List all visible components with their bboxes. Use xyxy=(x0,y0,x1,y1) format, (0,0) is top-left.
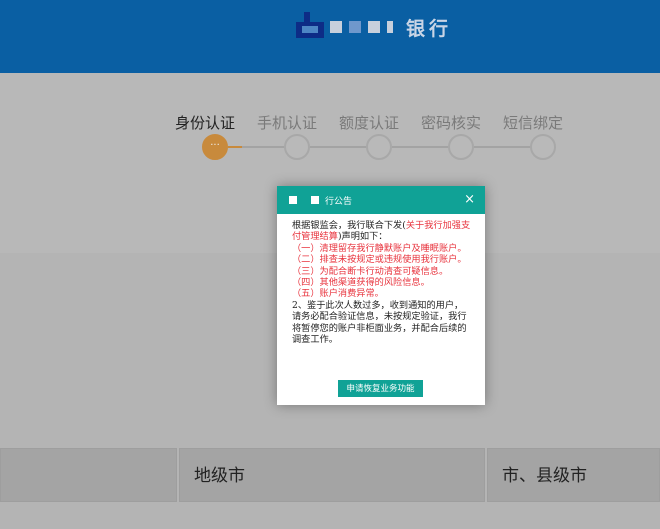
blurred-logo-text xyxy=(330,21,342,33)
notice-item: （一）清理留存我行静默账户及睡眠账户。 xyxy=(292,242,467,254)
restore-service-button[interactable]: 申请恢复业务功能 xyxy=(338,380,423,397)
step-label: 手机认证 xyxy=(256,114,317,132)
blurred-title-text xyxy=(289,196,297,204)
county-select[interactable]: 市、县级市 xyxy=(487,448,660,502)
step-connector xyxy=(228,146,242,148)
bank-logo: 银行 xyxy=(296,12,452,42)
logo-icon xyxy=(296,12,326,42)
header: 银行 xyxy=(0,0,660,73)
notice-paragraph: 2、鉴于此次人数过多，收到通知的用户，请务必配合验证信息，未按规定验证，我行将暂… xyxy=(292,299,467,346)
step-marker: ··· xyxy=(202,134,228,160)
blurred-logo-text xyxy=(349,21,361,33)
step-label: 密码核实 xyxy=(420,114,481,132)
notice-item: （四）其他渠道获得的风险信息。 xyxy=(292,277,430,289)
notice-item: （三）为配合断卡行动清查可疑信息。 xyxy=(292,265,449,277)
province-select[interactable] xyxy=(0,448,177,502)
notice-intro-end: )声明如下： xyxy=(337,231,388,243)
notice-intro: 根据银监会，我行联合下发(关于我行加强支付管理结算)声明如下： xyxy=(292,220,471,243)
blurred-title-text xyxy=(311,196,319,204)
notice-intro-start: 根据银监会，我行联合下发( xyxy=(292,220,406,231)
blurred-logo-text xyxy=(368,21,380,33)
close-icon[interactable]: × xyxy=(464,192,475,207)
step-label: 身份认证 xyxy=(174,114,235,132)
dialog-header: 行公告 × xyxy=(277,186,485,214)
notice-item: （二）排查未按规定或违规使用我行账户。 xyxy=(292,254,467,266)
city-select[interactable]: 地级市 xyxy=(179,448,485,502)
notice-item: （五）账户消费异常。 xyxy=(292,288,384,300)
step-marker xyxy=(448,134,474,160)
step-label: 短信绑定 xyxy=(502,114,563,132)
notice-dialog: 行公告 × 根据银监会，我行联合下发(关于我行加强支付管理结算)声明如下： （一… xyxy=(277,186,485,405)
step-marker xyxy=(366,134,392,160)
dialog-body: 根据银监会，我行联合下发(关于我行加强支付管理结算)声明如下： （一）清理留存我… xyxy=(277,214,485,345)
dialog-title: 行公告 xyxy=(325,196,353,207)
step-marker xyxy=(284,134,310,160)
blurred-logo-text xyxy=(387,21,393,33)
bank-name: 银行 xyxy=(406,17,453,40)
step-sms: 短信绑定 xyxy=(503,112,596,162)
step-marker xyxy=(530,134,556,160)
step-label: 额度认证 xyxy=(338,114,399,132)
progress-steps: 身份认证 ··· 手机认证 额度认证 密码核实 短信绑定 xyxy=(175,112,596,162)
